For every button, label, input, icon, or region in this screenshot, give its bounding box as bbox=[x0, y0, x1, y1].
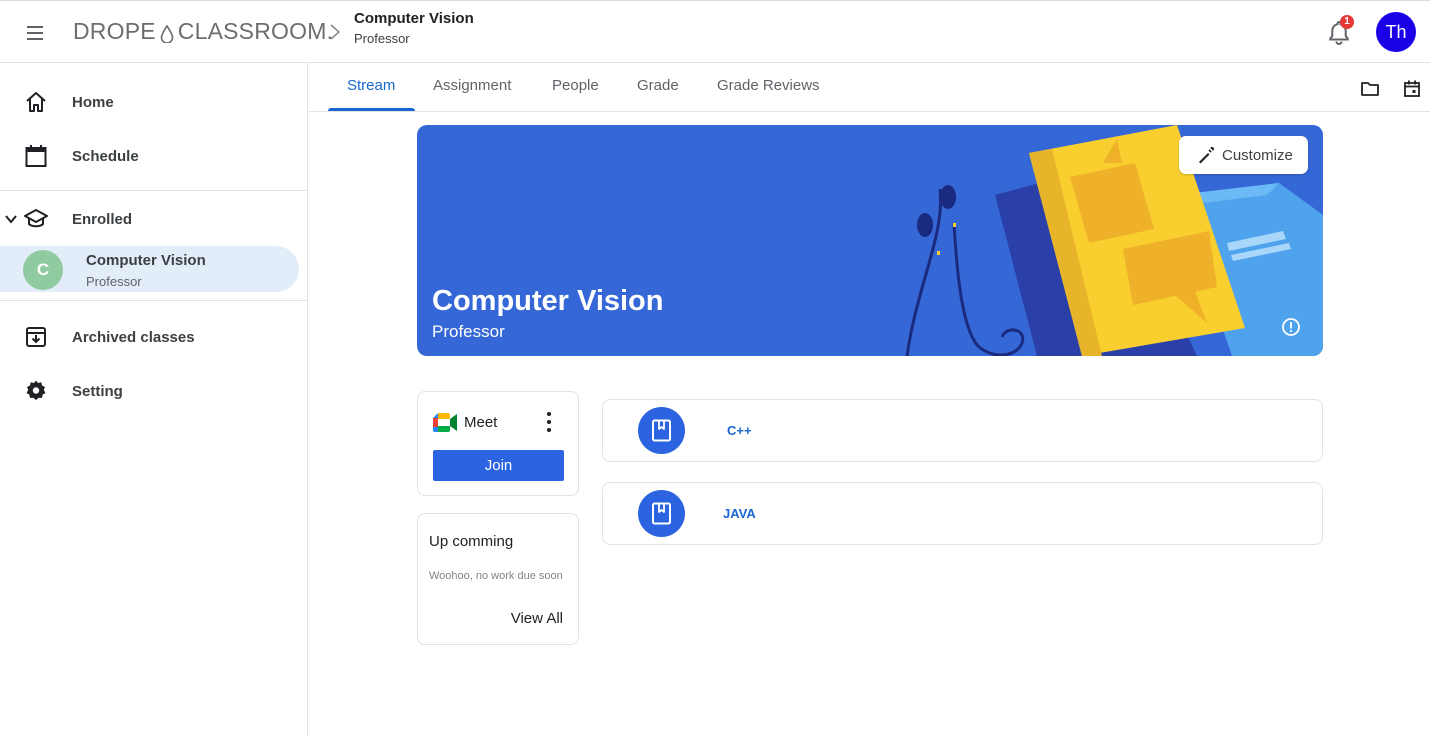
tab-grade[interactable]: Grade bbox=[637, 77, 679, 94]
join-meet-button[interactable]: Join bbox=[433, 450, 564, 481]
meet-label: Meet bbox=[464, 414, 498, 431]
graduation-cap-icon bbox=[24, 209, 48, 228]
sidebar-class-role: Professor bbox=[86, 274, 142, 289]
droplet-icon bbox=[160, 24, 174, 43]
sidebar: Home Schedule Enrolled C Computer Vision… bbox=[0, 63, 308, 735]
view-all-link[interactable]: View All bbox=[511, 610, 563, 627]
class-banner: Computer Vision Professor Customize bbox=[417, 125, 1323, 356]
sidebar-item-home[interactable]: Home bbox=[0, 80, 300, 124]
upcoming-title: Up comming bbox=[429, 533, 514, 550]
sidebar-class-computer-vision[interactable]: C Computer Vision Professor bbox=[0, 246, 299, 292]
post-avatar bbox=[638, 490, 685, 537]
breadcrumb-class-title: Computer Vision bbox=[354, 10, 474, 27]
magic-pencil-icon bbox=[1199, 146, 1215, 164]
banner-subtitle: Professor bbox=[432, 322, 505, 341]
breadcrumb: Computer Vision Professor bbox=[354, 10, 474, 46]
gear-icon bbox=[26, 380, 46, 400]
banner-title: Computer Vision bbox=[432, 285, 664, 317]
upcoming-empty-text: Woohoo, no work due soon bbox=[429, 570, 563, 582]
sidebar-label-setting: Setting bbox=[72, 382, 123, 400]
sidebar-label-home: Home bbox=[72, 93, 114, 111]
list-item[interactable]: JAVA bbox=[602, 482, 1323, 545]
post-title[interactable]: C++ bbox=[727, 423, 752, 438]
sidebar-class-title: Computer Vision bbox=[86, 252, 206, 269]
tab-grade-reviews[interactable]: Grade Reviews bbox=[717, 77, 820, 94]
logo-text-left: DROPE bbox=[73, 18, 156, 44]
app-logo[interactable]: DROPE CLASSROOM. bbox=[73, 18, 333, 45]
hamburger-menu-icon[interactable] bbox=[24, 21, 48, 45]
sidebar-item-enrolled[interactable]: Enrolled bbox=[0, 197, 300, 241]
user-avatar[interactable]: Th bbox=[1376, 12, 1416, 52]
sidebar-item-archived[interactable]: Archived classes bbox=[0, 315, 300, 359]
info-icon[interactable] bbox=[1281, 317, 1301, 337]
top-bar: DROPE CLASSROOM. Computer Vision Profess… bbox=[0, 0, 1430, 63]
sidebar-item-setting[interactable]: Setting bbox=[0, 369, 300, 413]
folder-icon[interactable] bbox=[1360, 79, 1380, 99]
class-tabs: Stream Assignment People Grade Grade Rev… bbox=[309, 63, 1430, 112]
calendar-icon bbox=[25, 145, 47, 167]
list-item[interactable]: C++ bbox=[602, 399, 1323, 462]
book-icon bbox=[652, 419, 671, 442]
book-icon bbox=[652, 502, 671, 525]
meet-card: Meet Join bbox=[417, 391, 579, 496]
sidebar-divider bbox=[0, 300, 308, 301]
sidebar-item-schedule[interactable]: Schedule bbox=[0, 134, 300, 178]
more-options-icon[interactable] bbox=[545, 411, 553, 433]
upcoming-card: Up comming Woohoo, no work due soon View… bbox=[417, 513, 579, 645]
logo-text-right: CLASSROOM. bbox=[177, 18, 334, 44]
sidebar-label-schedule: Schedule bbox=[72, 147, 139, 165]
tab-people[interactable]: People bbox=[552, 77, 599, 94]
notification-badge: 1 bbox=[1340, 15, 1354, 29]
tab-assignment[interactable]: Assignment bbox=[433, 77, 511, 94]
archive-icon bbox=[26, 327, 46, 347]
calendar-event-icon[interactable] bbox=[1402, 79, 1422, 99]
customize-button[interactable]: Customize bbox=[1179, 136, 1308, 174]
active-tab-indicator bbox=[328, 108, 415, 111]
class-avatar: C bbox=[23, 250, 63, 290]
chevron-down-icon[interactable] bbox=[4, 212, 18, 226]
home-icon bbox=[26, 92, 46, 112]
breadcrumb-class-role: Professor bbox=[354, 31, 410, 46]
sidebar-label-enrolled: Enrolled bbox=[72, 210, 133, 228]
google-meet-icon bbox=[433, 413, 457, 432]
post-title[interactable]: JAVA bbox=[723, 506, 756, 521]
chevron-right-icon bbox=[330, 24, 341, 40]
post-avatar bbox=[638, 407, 685, 454]
tab-stream[interactable]: Stream bbox=[347, 77, 395, 94]
sidebar-divider bbox=[0, 190, 308, 191]
sidebar-label-archived: Archived classes bbox=[72, 328, 195, 346]
customize-label: Customize bbox=[1222, 146, 1293, 164]
